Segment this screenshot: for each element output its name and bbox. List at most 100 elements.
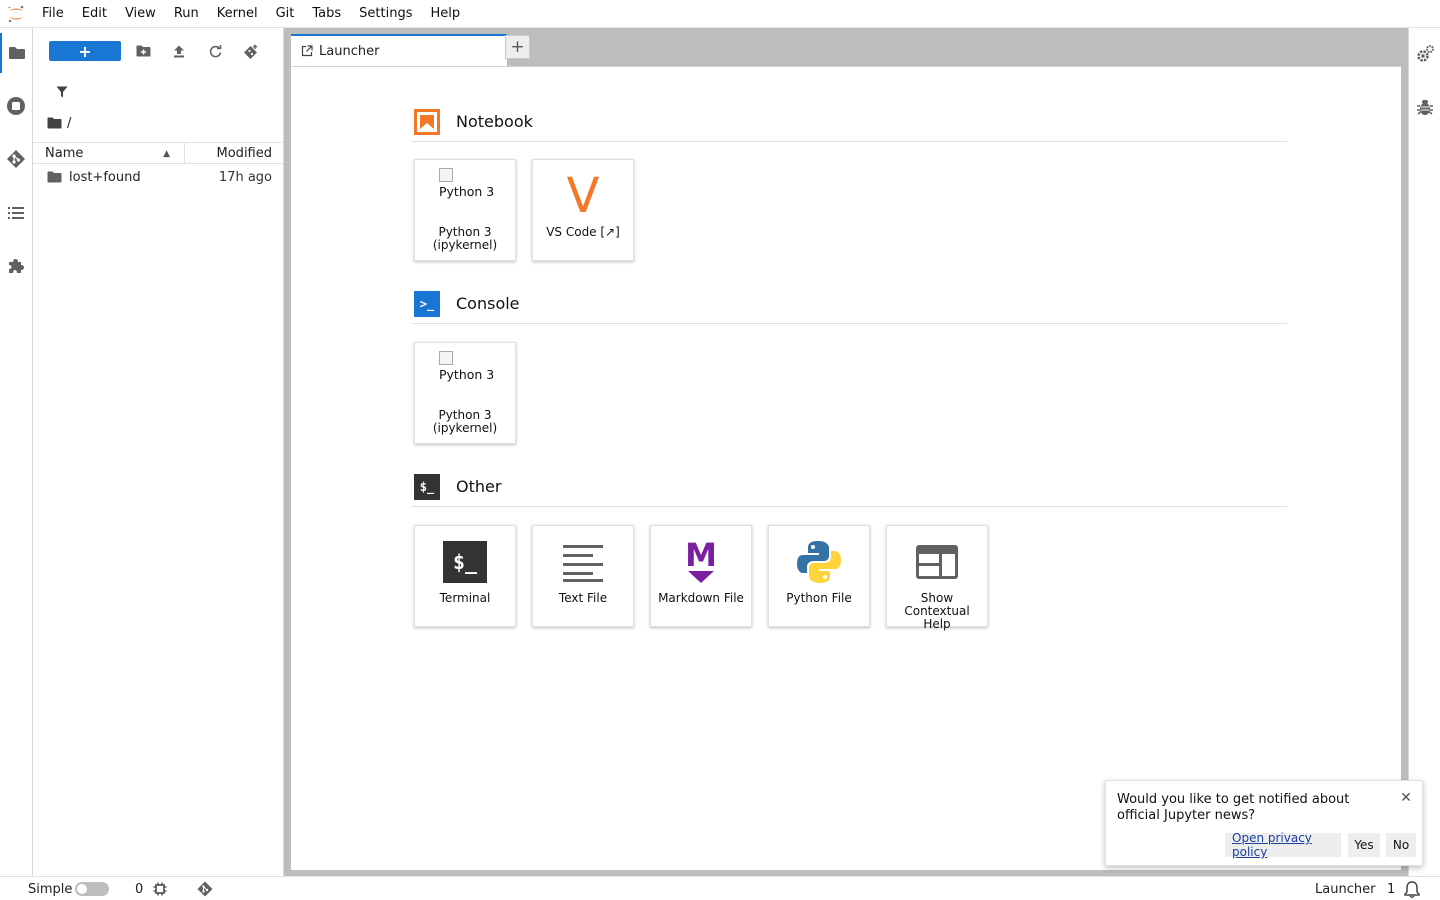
notifications-button[interactable] <box>1403 877 1421 900</box>
menu-edit[interactable]: Edit <box>73 0 116 28</box>
menu-file[interactable]: File <box>32 0 73 28</box>
sort-ascending-icon: ▲ <box>163 149 170 159</box>
notebook-section-header: Notebook <box>411 102 1287 142</box>
launcher-card-terminal[interactable]: $_ Terminal <box>414 525 516 627</box>
toc-icon <box>8 207 24 219</box>
file-browser-toolbar: + <box>33 38 284 64</box>
name-column-label: Name <box>45 145 84 161</box>
menu-run[interactable]: Run <box>165 0 208 28</box>
property-inspector-tab[interactable] <box>1409 34 1440 74</box>
notebook-section-title: Notebook <box>456 112 533 131</box>
card-label: Markdown File <box>658 591 744 605</box>
name-column-header[interactable]: Name ▲ <box>33 143 185 163</box>
main-dock-area: Launcher + Notebook Python 3 Python 3 (i… <box>290 28 1408 876</box>
new-tab-button[interactable]: + <box>505 35 530 59</box>
tab-launcher[interactable]: Launcher <box>291 34 507 66</box>
jupyter-logo-icon <box>0 0 32 28</box>
property-inspector-icon <box>1417 45 1434 62</box>
menu-view[interactable]: View <box>116 0 165 28</box>
other-section-title: Other <box>456 477 502 496</box>
vscode-icon: V <box>566 168 600 224</box>
breadcrumb-root[interactable]: / <box>67 116 71 131</box>
other-section-header: $_ Other <box>411 467 1287 507</box>
modified-column-header[interactable]: Modified <box>185 146 284 161</box>
card-label: Text File <box>558 591 608 605</box>
filter-files-button[interactable] <box>51 82 73 102</box>
menu-kernel[interactable]: Kernel <box>208 0 267 28</box>
card-label: Python 3 (ipykernel) <box>432 225 498 252</box>
console-section-header: >_ Console <box>411 284 1287 324</box>
contextual-help-icon <box>887 534 987 590</box>
notebook-icon <box>413 108 441 136</box>
active-tab-name: Launcher <box>1315 881 1376 897</box>
git-icon <box>197 881 213 897</box>
upload-icon <box>174 45 184 57</box>
launcher-card-console-python3[interactable]: Python 3 Python 3 (ipykernel) <box>414 342 516 444</box>
new-folder-button[interactable] <box>131 41 155 61</box>
close-icon[interactable]: ✕ <box>1398 790 1414 806</box>
no-button[interactable]: No <box>1386 833 1416 857</box>
tab-bar: Launcher + <box>290 28 1408 66</box>
file-browser-panel: + / Name ▲ Modified lost+found 17h ago <box>33 28 284 876</box>
left-activity-bar <box>0 28 33 876</box>
kernel-count: 0 <box>135 881 144 897</box>
running-sessions-tab[interactable] <box>0 86 32 126</box>
debugger-tab[interactable] <box>1409 87 1440 127</box>
new-launcher-button[interactable]: + <box>49 41 121 61</box>
file-name: lost+found <box>69 169 141 185</box>
simple-mode-label: Simple <box>28 881 73 897</box>
privacy-link-label: Open privacy policy <box>1232 831 1312 859</box>
menu-help[interactable]: Help <box>422 0 470 28</box>
broken-kernel-logo-icon: Python 3 <box>439 168 499 218</box>
refresh-button[interactable] <box>203 41 227 61</box>
launcher-divider <box>291 66 1401 67</box>
git-icon <box>7 150 25 168</box>
kernel-icon <box>153 882 167 896</box>
launcher-card-notebook-python3[interactable]: Python 3 Python 3 (ipykernel) <box>414 159 516 261</box>
markdown-icon: M <box>651 534 751 590</box>
git-status-button[interactable] <box>197 877 213 900</box>
notification-count: 1 <box>1387 881 1396 897</box>
table-of-contents-tab[interactable] <box>0 193 32 233</box>
launcher-card-text-file[interactable]: Text File <box>532 525 634 627</box>
home-folder-icon[interactable] <box>47 117 62 129</box>
git-clone-button[interactable] <box>239 41 263 61</box>
bug-icon <box>1417 100 1433 115</box>
menu-tabs[interactable]: Tabs <box>303 0 350 28</box>
broken-kernel-logo-icon: Python 3 <box>439 351 499 401</box>
card-label: Show Contextual Help <box>904 591 970 631</box>
status-bar: Simple 0 Launcher 1 <box>0 876 1440 900</box>
bell-icon <box>1404 881 1420 898</box>
running-icon <box>7 97 25 115</box>
launcher-card-vscode[interactable]: V VS Code [↗] <box>532 159 634 261</box>
menu-settings[interactable]: Settings <box>350 0 421 28</box>
card-label: Terminal <box>439 591 491 605</box>
file-list-item[interactable]: lost+found 17h ago <box>33 166 284 188</box>
card-label: Python File <box>786 591 852 605</box>
launcher-panel: Notebook Python 3 Python 3 (ipykernel) V… <box>291 66 1401 870</box>
card-label: VS Code [↗] <box>546 225 620 239</box>
file-modified: 17h ago <box>218 169 272 185</box>
kernel-status-button[interactable] <box>153 877 167 900</box>
launcher-card-python-file[interactable]: Python File <box>768 525 870 627</box>
git-tab[interactable] <box>0 139 32 179</box>
refresh-icon <box>209 44 221 57</box>
upload-button[interactable] <box>167 41 191 61</box>
python-icon <box>769 534 869 590</box>
launcher-tab-icon <box>301 45 313 57</box>
tab-label: Launcher <box>319 43 380 59</box>
launcher-card-contextual-help[interactable]: Show Contextual Help <box>886 525 988 631</box>
file-browser-tab[interactable] <box>0 33 32 73</box>
console-section-title: Console <box>456 294 520 313</box>
file-list-header: Name ▲ Modified <box>33 142 284 164</box>
yes-button[interactable]: Yes <box>1348 833 1380 857</box>
launcher-card-markdown-file[interactable]: M Markdown File <box>650 525 752 627</box>
simple-mode-toggle[interactable] <box>75 877 109 900</box>
extension-manager-tab[interactable] <box>0 246 32 286</box>
git-clone-icon <box>243 44 257 59</box>
filter-icon <box>56 86 68 98</box>
menu-git[interactable]: Git <box>267 0 304 28</box>
text-file-icon <box>533 534 633 590</box>
open-privacy-policy-button[interactable]: Open privacy policy <box>1225 831 1341 859</box>
terminal-icon: $_ <box>415 534 515 590</box>
